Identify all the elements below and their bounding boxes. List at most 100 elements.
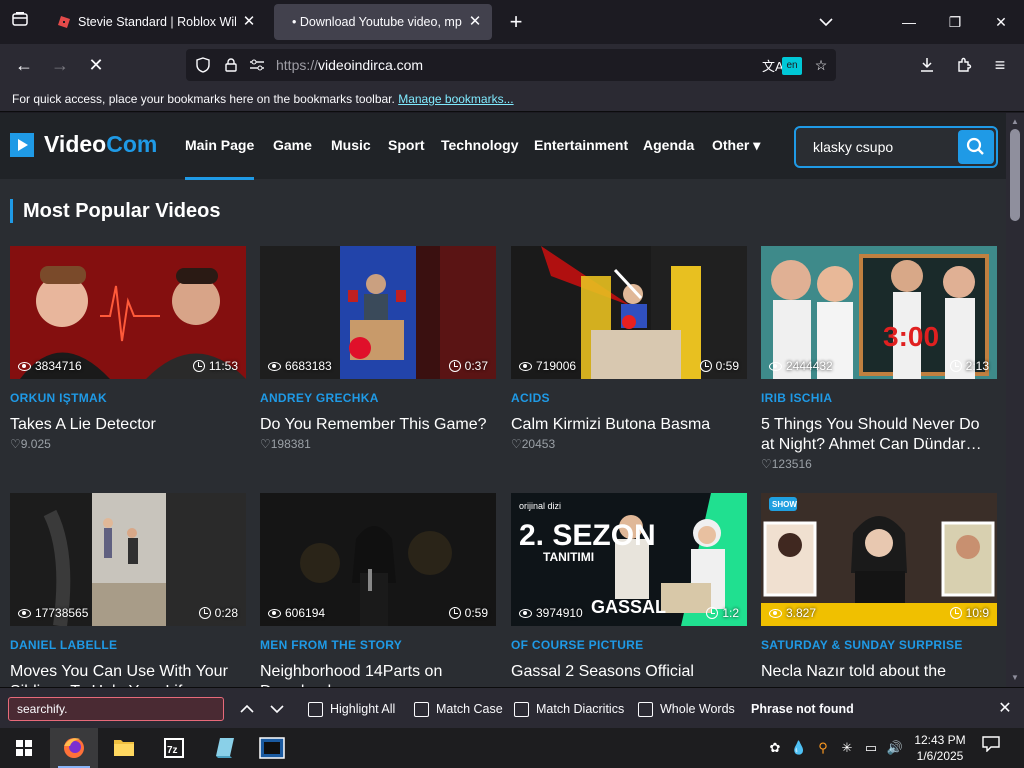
address-bar[interactable]: https://videoindirca.com 文A en ☆ [186,49,836,81]
list-all-tabs-icon[interactable] [814,10,838,34]
find-next-icon[interactable] [266,697,288,721]
notification-center-icon[interactable] [978,736,1004,760]
nav-sport[interactable]: Sport [388,137,425,153]
start-button[interactable] [0,728,48,768]
tracking-protection-icon[interactable] [192,49,214,81]
tray-search-icon[interactable]: ⚲ [814,738,832,758]
tab-roblox-wiki[interactable]: Stevie Standard | Roblox Wiki | F ✕ [48,4,266,40]
video-card[interactable]: 17738565 0:28 DANIEL LABELLE Moves You C… [10,493,246,687]
nav-music[interactable]: Music [331,137,371,153]
video-title[interactable]: Takes A Lie Detector [10,415,246,435]
tab-close-icon[interactable]: ✕ [240,4,258,40]
bookmark-star-icon[interactable]: ☆ [810,49,832,81]
search-button[interactable] [958,130,994,164]
scroll-up-arrow-icon[interactable]: ▲ [1006,115,1024,129]
permissions-icon[interactable] [246,49,268,81]
find-close-icon[interactable]: ✕ [994,697,1016,721]
channel-name[interactable]: IRIB ISCHIA [761,391,997,405]
taskbar-file-explorer[interactable] [100,728,148,768]
downloads-icon[interactable] [912,50,942,80]
match-diacritics-checkbox[interactable]: Match Diacritics [514,700,624,718]
video-thumbnail[interactable]: 17738565 0:28 [10,493,246,626]
scrollbar-thumb[interactable] [1010,129,1020,221]
taskbar-7zip[interactable]: 7z [150,728,198,768]
page-scrollbar[interactable]: ▲ ▼ [1006,113,1024,687]
video-title[interactable]: Calm Kirmizi Butona Basma [511,415,747,435]
nav-agenda[interactable]: Agenda [643,137,694,153]
forward-icon[interactable]: → [45,50,75,80]
video-card[interactable]: 719006 0:59 ACIDS Calm Kirmizi Butona Ba… [511,246,747,451]
video-title[interactable]: Necla Nazır told about the [761,662,997,682]
taskbar-notepad[interactable] [200,728,248,768]
video-title[interactable]: Neighborhood 14Parts on Download [260,662,496,687]
stop-loading-icon[interactable]: ✕ [81,50,111,80]
channel-name[interactable]: DANIEL LABELLE [10,638,246,652]
video-title[interactable]: Moves You Can Use With Your Siblings To … [10,662,246,687]
lock-icon[interactable] [220,49,242,81]
video-card[interactable]: 6683183 0:37 ANDREY GRECHKA Do You Remem… [260,246,496,451]
video-card[interactable]: SHOW 3.827 10:9 SATURDAY & SUNDAY SURPRI… [761,493,997,682]
tray-app-icon[interactable]: ✿ [766,738,784,758]
channel-name[interactable]: ANDREY GRECHKA [260,391,496,405]
channel-name[interactable]: SATURDAY & SUNDAY SURPRISE [761,638,997,652]
site-search-input[interactable] [800,132,958,162]
video-thumbnail[interactable]: 719006 0:59 [511,246,747,379]
thumb-original-series-text: orijinal dizi [519,501,561,511]
channel-name[interactable]: ORKUN IŞTMAK [10,391,246,405]
clock-icon [949,607,962,619]
minimize-icon[interactable]: — [886,0,932,44]
duration: 11:53 [192,359,238,373]
nav-entertainment[interactable]: Entertainment [534,137,628,153]
extensions-icon[interactable] [949,50,979,80]
window-close-icon[interactable]: ✕ [978,0,1024,44]
7zip-icon: 7z [164,738,184,758]
taskbar-media-app[interactable] [248,728,296,768]
video-thumbnail[interactable]: 3:00 2444432 2:13 [761,246,997,379]
network-icon[interactable]: ▭ [862,738,880,758]
find-previous-icon[interactable] [236,697,258,721]
video-thumbnail[interactable]: SHOW 3.827 10:9 [761,493,997,626]
video-title[interactable]: 5 Things You Should Never Do at Night? A… [761,415,997,455]
restore-icon[interactable]: ❐ [932,0,978,44]
tray-brightness-icon[interactable]: ✳ [838,738,856,758]
eye-icon [18,361,31,371]
site-logo[interactable]: VideoCom [44,131,157,158]
translate-icon[interactable]: 文A en [762,55,802,75]
menu-hamburger-icon[interactable]: ≡ [985,50,1015,80]
nav-technology[interactable]: Technology [441,137,519,153]
video-title[interactable]: Gassal 2 Seasons Official [511,662,747,682]
tab-download-youtube[interactable]: • Download Youtube video, mp4 ✕ [274,4,492,40]
channel-name[interactable]: OF COURSE PICTURE [511,638,747,652]
manage-bookmarks-link[interactable]: Manage bookmarks... [398,92,513,106]
video-thumbnail[interactable]: 6683183 0:37 [260,246,496,379]
back-icon[interactable]: ← [9,50,39,80]
video-title[interactable]: Do You Remember This Game? [260,415,496,435]
tab-close-icon[interactable]: ✕ [466,4,484,40]
nav-game[interactable]: Game [273,137,312,153]
scroll-down-arrow-icon[interactable]: ▼ [1006,671,1024,685]
video-card[interactable]: 3:00 2444432 2:13 IRIB ISCHIA 5 Things Y… [761,246,997,471]
channel-name[interactable]: MEN FROM THE STORY [260,638,496,652]
video-card[interactable]: 606194 0:59 MEN FROM THE STORY Neighborh… [260,493,496,687]
checkbox-icon [514,702,529,718]
new-tab-icon[interactable]: + [504,8,528,36]
channel-name[interactable]: ACIDS [511,391,747,405]
video-card[interactable]: 3834716 11:53 ORKUN IŞTMAK Takes A Lie D… [10,246,246,451]
firefox-view-icon[interactable] [8,10,32,34]
taskbar-firefox[interactable] [50,728,98,768]
eye-icon [519,361,532,371]
whole-words-checkbox[interactable]: Whole Words [638,700,735,718]
highlight-all-checkbox[interactable]: Highlight All [308,700,395,718]
find-input[interactable] [8,697,224,721]
video-thumbnail[interactable]: 3834716 11:53 [10,246,246,379]
system-clock[interactable]: 12:43 PM 1/6/2025 [900,732,980,764]
logo-play-icon[interactable] [10,133,34,157]
video-thumbnail[interactable]: 606194 0:59 [260,493,496,626]
nav-other-dropdown[interactable]: Other ▾ [712,137,760,154]
clock-icon [192,360,205,372]
match-case-checkbox[interactable]: Match Case [414,700,503,718]
nav-main-page[interactable]: Main Page [185,137,255,180]
video-card[interactable]: orijinal dizi 2. SEZON TANITIMI GASSAL 3… [511,493,747,682]
tray-drop-icon[interactable]: 💧 [790,738,808,758]
video-thumbnail[interactable]: orijinal dizi 2. SEZON TANITIMI GASSAL 3… [511,493,747,626]
